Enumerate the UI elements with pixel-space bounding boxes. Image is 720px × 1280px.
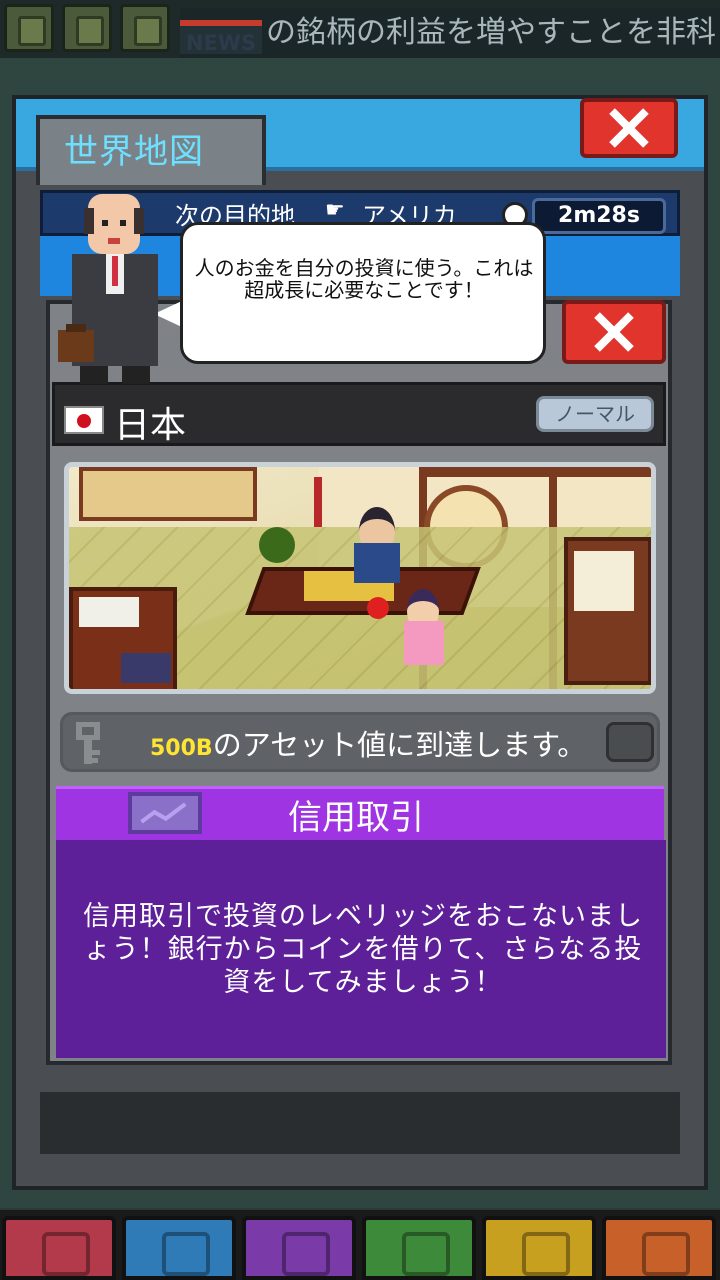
panel-footer	[40, 1092, 680, 1154]
close-icon	[609, 108, 649, 148]
settings-button[interactable]	[62, 4, 112, 52]
feature-card-description: 信用取引で投資のレベリッジをおこないましょう！銀行からコインを借りて、さらなる投…	[83, 901, 643, 998]
feature-card-title: 信用取引	[288, 798, 424, 838]
country-name: 日本	[114, 405, 187, 446]
chair-icon	[402, 1232, 450, 1276]
chart-icon	[282, 1232, 330, 1276]
people-icon	[162, 1232, 210, 1276]
panel-close-button[interactable]	[562, 300, 666, 364]
pointing-hand-icon: ☛	[325, 198, 345, 223]
world-map-close-button[interactable]	[580, 98, 678, 158]
key-icon	[76, 722, 100, 764]
calendar-icon	[522, 1232, 570, 1276]
japan-flag-icon	[64, 406, 104, 434]
gift-icon	[134, 16, 162, 46]
nav-events[interactable]	[482, 1216, 596, 1280]
trophy-icon	[18, 16, 46, 46]
daruma	[367, 597, 389, 619]
speech-text: 人のお金を自分の投資に使う。これは超成長に必要なことです！	[194, 256, 534, 302]
chart-icon	[128, 792, 202, 834]
mission-description: のアセット値に到達します。	[212, 728, 587, 762]
travel-timer: 2m28s	[532, 198, 666, 234]
gear-icon	[76, 16, 104, 46]
gift-button[interactable]	[120, 4, 170, 52]
advisor-character	[58, 194, 158, 384]
difficulty-badge: ノーマル	[536, 396, 654, 432]
mission-checkbox	[606, 722, 654, 762]
lightbulb-icon	[42, 1232, 90, 1276]
bonsai	[259, 527, 295, 563]
nav-staff[interactable]	[122, 1216, 236, 1280]
cart-icon	[642, 1232, 690, 1276]
mission-text: 500Bのアセット値に到達します。	[150, 722, 586, 764]
trophy-button[interactable]	[4, 4, 54, 52]
news-ticker-text: の銘柄の利益を増やすことを非科	[266, 15, 716, 50]
news-label: NEWS	[180, 20, 262, 55]
nav-office[interactable]	[362, 1216, 476, 1280]
tatami-bench	[79, 467, 257, 521]
office-scene-illustration	[64, 462, 656, 694]
mission-amount: 500B	[150, 736, 213, 761]
world-map-title: 世界地図	[64, 132, 204, 172]
nav-invest[interactable]	[242, 1216, 356, 1280]
nav-ideas[interactable]	[2, 1216, 116, 1280]
nav-shop[interactable]	[602, 1216, 716, 1280]
close-icon	[594, 312, 634, 352]
